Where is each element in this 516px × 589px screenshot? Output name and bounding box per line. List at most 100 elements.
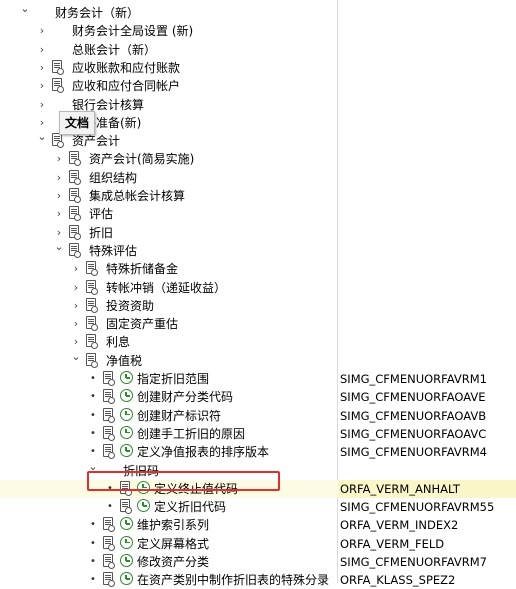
tree-node-label[interactable]: 资产会计(简易实施): [89, 150, 194, 168]
tree-row[interactable]: › 转帐冲销（递延收益）: [0, 279, 516, 297]
execute-activity-icon[interactable]: [120, 554, 133, 567]
tree-row[interactable]: › 应收账款和应付账款: [0, 59, 516, 77]
document-icon[interactable]: [103, 517, 115, 533]
tree-node-label[interactable]: 创建财产标识符: [137, 407, 221, 425]
execute-activity-icon[interactable]: [120, 444, 133, 458]
chevron-right-icon[interactable]: ›: [54, 153, 64, 165]
tree-node-label[interactable]: 组织结构: [89, 169, 137, 187]
tree-node-label[interactable]: 利息: [106, 333, 130, 351]
document-icon[interactable]: [86, 334, 98, 350]
chevron-right-icon[interactable]: ›: [37, 25, 47, 37]
document-icon[interactable]: [69, 242, 81, 258]
document-icon[interactable]: [69, 206, 81, 222]
chevron-down-icon[interactable]: ⌄: [37, 131, 47, 143]
tree-row[interactable]: • 创建财产分类代码 SIMG_CFMENUORFAOAVE: [0, 388, 516, 406]
tree-node-label[interactable]: 转帐冲销（递延收益）: [106, 279, 226, 297]
tree-node-label[interactable]: 在资产类别中制作折旧表的特殊分录: [137, 571, 329, 589]
document-icon[interactable]: [103, 554, 115, 569]
chevron-right-icon[interactable]: ›: [71, 281, 81, 294]
document-icon[interactable]: [69, 169, 81, 185]
chevron-right-icon[interactable]: ›: [54, 171, 64, 184]
tree-node-label[interactable]: 折旧: [89, 224, 113, 242]
tree-node-label[interactable]: 特殊折储备金: [106, 260, 178, 278]
tree-node-label[interactable]: 定义净值报表的排序版本: [137, 443, 269, 461]
tree-node-label[interactable]: 修改资产分类: [137, 553, 209, 571]
document-icon[interactable]: [103, 425, 115, 441]
document-icon[interactable]: [52, 133, 64, 149]
tree-node-label[interactable]: 定义折旧代码: [154, 498, 226, 516]
tree-row[interactable]: • 在资产类别中制作折旧表的特殊分录 ORFA_KLASS_SPEZ2: [0, 571, 516, 589]
chevron-right-icon[interactable]: ›: [54, 190, 64, 202]
tree-row[interactable]: • 定义折旧代码 SIMG_CFMENUORFAVRM55: [0, 498, 516, 516]
tree-row[interactable]: › 特殊折储备金: [0, 260, 516, 278]
tree-row[interactable]: › 利息: [0, 333, 516, 351]
execute-activity-icon[interactable]: [137, 499, 150, 513]
document-icon[interactable]: [86, 352, 98, 368]
tree-row[interactable]: › 固定资产重估: [0, 315, 516, 333]
document-icon[interactable]: [103, 535, 115, 551]
tree-node-label[interactable]: 财务会计（新）: [55, 4, 139, 22]
tree-row[interactable]: ⌄ 净值税: [0, 350, 516, 370]
document-icon[interactable]: [86, 261, 98, 277]
tree-row[interactable]: › 折旧: [0, 224, 516, 242]
document-icon[interactable]: [69, 151, 81, 167]
chevron-right-icon[interactable]: ›: [37, 116, 47, 129]
chevron-right-icon[interactable]: ›: [54, 226, 64, 239]
document-icon[interactable]: [103, 371, 115, 386]
chevron-right-icon[interactable]: ›: [37, 61, 47, 74]
chevron-right-icon[interactable]: ›: [71, 263, 81, 275]
execute-activity-icon[interactable]: [120, 407, 133, 421]
tree-row[interactable]: • 维护索引系列 ORFA_VERM_INDEX2: [0, 516, 516, 534]
execute-activity-icon[interactable]: [120, 371, 133, 384]
document-icon[interactable]: [103, 444, 115, 460]
tree-node-label[interactable]: 创建手工折旧的原因: [137, 425, 245, 443]
tree-row[interactable]: › 评估: [0, 205, 516, 223]
chevron-right-icon[interactable]: ›: [71, 318, 81, 330]
document-icon[interactable]: [120, 499, 132, 515]
tree-row[interactable]: › 应收和应付合同帐户: [0, 77, 516, 95]
tree-row[interactable]: • 修改资产分类 SIMG_CFMENUORFAVRM7: [0, 553, 516, 571]
execute-activity-icon[interactable]: [120, 572, 133, 586]
tree-node-label[interactable]: 应收和应付合同帐户: [72, 77, 180, 95]
tree-node-label[interactable]: 财务会计全局设置 (新): [72, 22, 193, 40]
tree-row[interactable]: › 总账会计（新）: [0, 41, 516, 59]
tree-row[interactable]: ⌄ 特殊评估: [0, 240, 516, 260]
tree-row[interactable]: › 资产会计(简易实施): [0, 150, 516, 168]
execute-activity-icon[interactable]: [120, 389, 133, 403]
chevron-right-icon[interactable]: ›: [37, 80, 47, 92]
tree-row[interactable]: • 定义净值报表的排序版本 SIMG_CFMENUORFAVRM4: [0, 443, 516, 461]
execute-activity-icon[interactable]: [120, 425, 133, 439]
document-icon[interactable]: [86, 316, 98, 332]
tree-node-label[interactable]: 定义屏幕格式: [137, 535, 209, 553]
tree-row[interactable]: › 投资资助: [0, 297, 516, 315]
tree-node-label[interactable]: 维护索引系列: [137, 516, 209, 534]
tree-row[interactable]: • 定义屏幕格式 ORFA_VERM_FELD: [0, 535, 516, 553]
tree-row[interactable]: › 财务会计全局设置 (新): [0, 22, 516, 40]
tree-node-label[interactable]: 创建财产分类代码: [137, 388, 233, 406]
tree-node-label[interactable]: 投资资助: [106, 297, 154, 315]
tree-node-label[interactable]: 固定资产重估: [106, 315, 178, 333]
document-icon[interactable]: [69, 224, 81, 240]
tree-row[interactable]: • 指定折旧范围 SIMG_CFMENUORFAVRM1: [0, 370, 516, 388]
chevron-right-icon[interactable]: ›: [71, 336, 81, 348]
tree-node-label[interactable]: 特殊评估: [89, 242, 137, 260]
execute-activity-icon[interactable]: [120, 517, 133, 531]
document-icon[interactable]: [103, 407, 115, 423]
document-icon[interactable]: [103, 572, 115, 588]
chevron-down-icon[interactable]: ⌄: [20, 3, 30, 15]
chevron-down-icon[interactable]: ⌄: [54, 240, 64, 253]
chevron-right-icon[interactable]: ›: [54, 208, 64, 220]
tree-node-label[interactable]: 应收账款和应付账款: [72, 59, 180, 77]
tree-node-label[interactable]: 总账会计（新）: [72, 41, 156, 59]
document-icon[interactable]: [86, 297, 98, 313]
document-icon[interactable]: [86, 279, 98, 295]
document-icon[interactable]: [103, 389, 115, 405]
tree-node-label[interactable]: 净值税: [106, 352, 142, 370]
chevron-right-icon[interactable]: ›: [37, 98, 47, 111]
tree-node-label[interactable]: 评估: [89, 205, 113, 223]
tree-row[interactable]: › 组织结构: [0, 169, 516, 187]
execute-activity-icon[interactable]: [120, 535, 133, 549]
chevron-down-icon[interactable]: ⌄: [71, 350, 81, 363]
tree-row[interactable]: ⌄ 财务会计（新）: [0, 3, 516, 22]
tree-node-label[interactable]: 指定折旧范围: [137, 370, 209, 388]
